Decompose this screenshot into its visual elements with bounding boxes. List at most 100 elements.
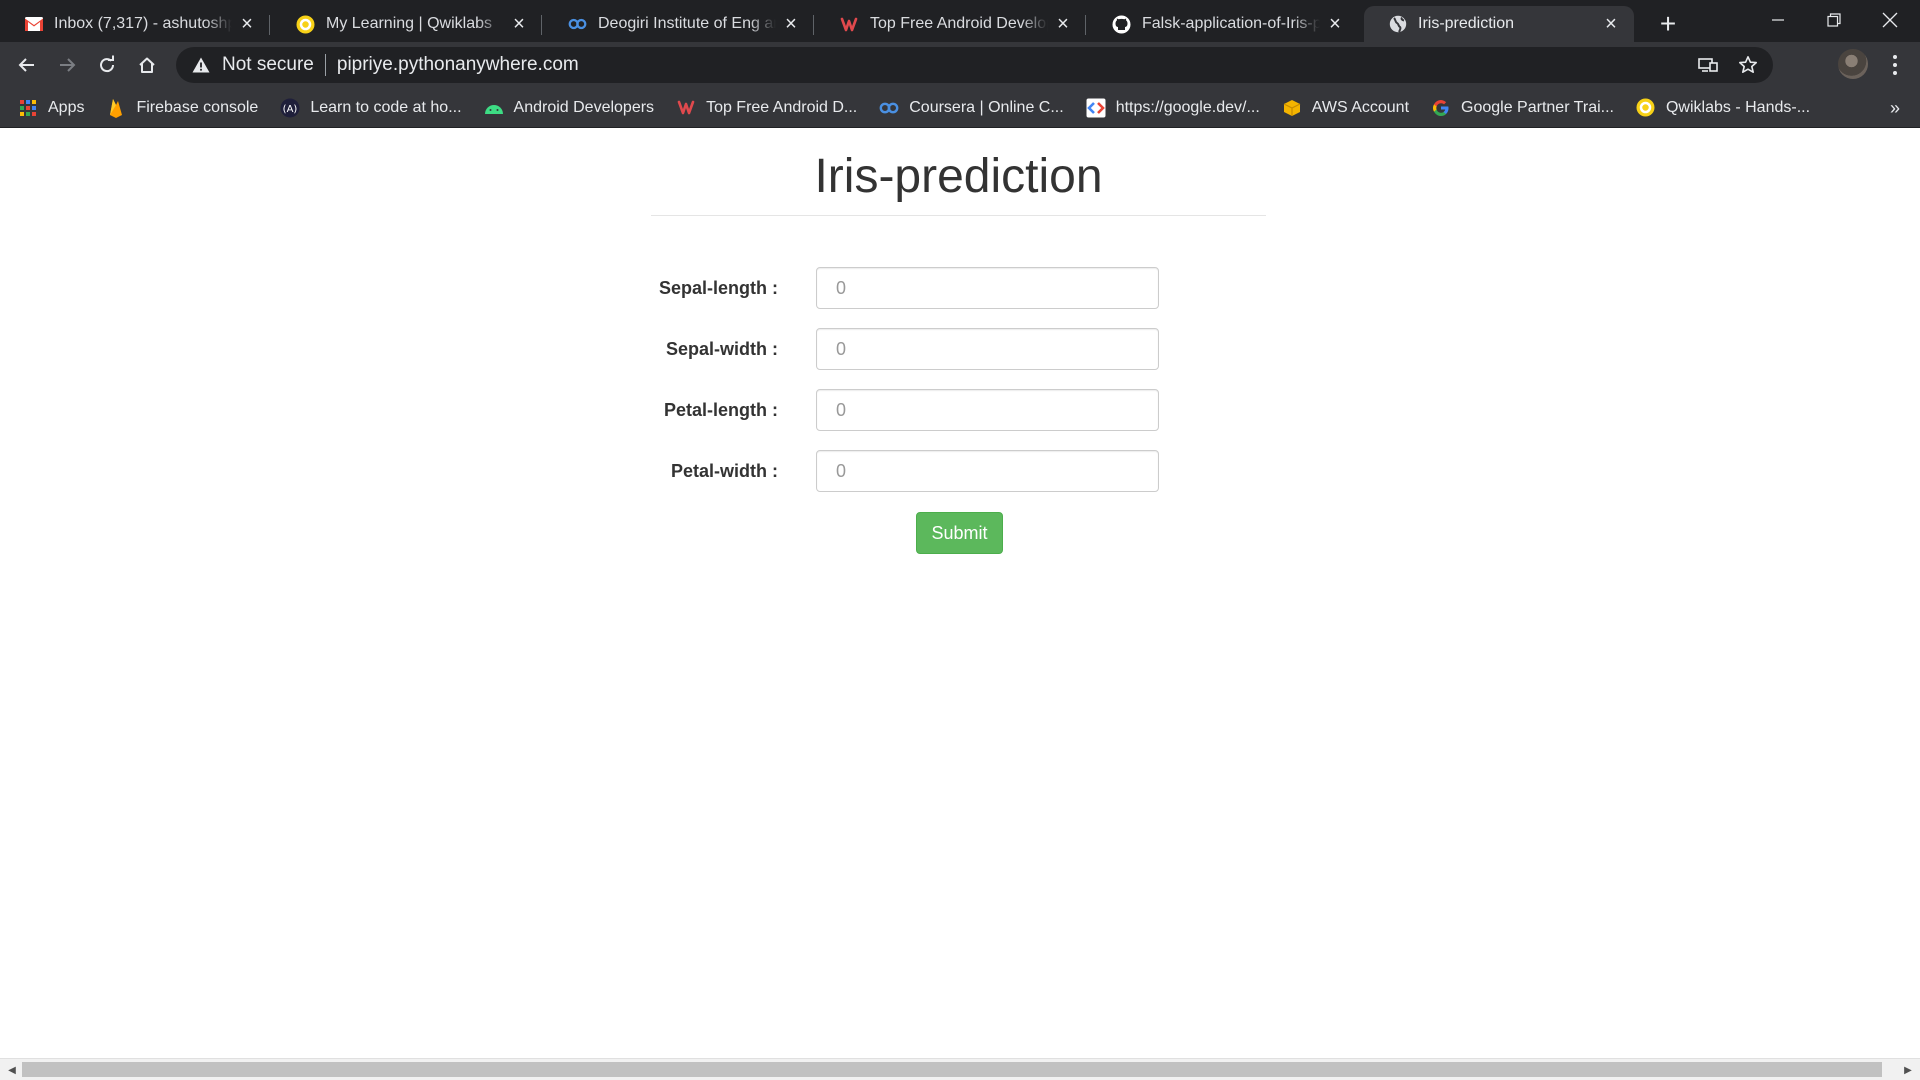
close-icon[interactable]: ×	[508, 13, 530, 35]
globe-icon	[1388, 15, 1407, 34]
page-title: Iris-prediction	[814, 150, 1103, 203]
tab-title: Falsk-application-of-Iris-prediction	[1142, 15, 1320, 32]
tab-title: Top Free Android Development	[870, 15, 1048, 32]
horizontal-scrollbar[interactable]: ◀ ▶	[0, 1058, 1920, 1080]
page-content: Iris-prediction Sepal-length : Sepal-wid…	[0, 129, 1920, 1058]
android-icon	[484, 98, 504, 118]
arrow-left-icon	[18, 58, 34, 72]
tab-title: My Learning | Qwiklabs	[326, 15, 492, 32]
bookmark-label: Android Developers	[513, 98, 655, 116]
bookmarks-bar: Apps Firebase console (A) Learn to code …	[0, 88, 1920, 128]
petal-width-label: Petal-width :	[671, 461, 778, 481]
submit-button[interactable]: Submit	[916, 512, 1003, 554]
tab-title: Iris-prediction	[1418, 15, 1515, 32]
tab-deogiri[interactable]: Deogiri Institute of Eng and Management …	[544, 6, 814, 42]
petal-length-label: Petal-length :	[663, 400, 778, 420]
bookmark-label: Firebase console	[136, 98, 259, 116]
tab-iris-prediction[interactable]: Iris-prediction ×	[1364, 6, 1634, 42]
close-icon[interactable]: ×	[236, 13, 258, 35]
new-tab-button[interactable]: +	[1652, 8, 1684, 40]
reload-button[interactable]	[90, 48, 124, 82]
bookmark-label: AWS Account	[1311, 98, 1410, 116]
title-divider	[651, 215, 1266, 216]
bookmarks-overflow-icon[interactable]: »	[1890, 98, 1900, 119]
warning-icon[interactable]	[190, 54, 212, 76]
bookmark-codecademy[interactable]: (A) Learn to code at ho...	[280, 98, 462, 118]
udemy-icon	[676, 98, 696, 118]
browser-toolbar: Not secure pipriye.pythonanywhere.com	[0, 42, 1920, 88]
bookmark-google-partner[interactable]: Google Partner Trai...	[1431, 98, 1614, 118]
sepal-length-input[interactable]	[816, 267, 1159, 309]
back-button[interactable]	[10, 48, 44, 82]
tab-separator	[1085, 15, 1086, 35]
form-row-sepal-width: Sepal-width :	[600, 328, 1160, 370]
home-button[interactable]	[130, 48, 164, 82]
cast-icon[interactable]	[1697, 54, 1719, 76]
form-row-petal-length: Petal-length :	[600, 389, 1160, 431]
address-bar[interactable]: Not secure pipriye.pythonanywhere.com	[176, 47, 1773, 83]
sepal-length-label: Sepal-length :	[658, 278, 778, 298]
bookmark-label: Google Partner Trai...	[1461, 98, 1614, 116]
aws-icon	[1282, 98, 1302, 118]
apps-grid-icon	[18, 98, 38, 118]
bookmark-coursera[interactable]: Coursera | Online C...	[879, 98, 1064, 118]
bookmark-label: Apps	[48, 98, 85, 116]
bookmark-qwiklabs[interactable]: Qwiklabs - Hands-...	[1636, 98, 1810, 118]
reload-icon	[100, 55, 115, 73]
form-row-sepal-length: Sepal-length :	[600, 267, 1160, 309]
tab-title: Deogiri Institute of Eng and Management	[598, 15, 776, 32]
svg-text:(A): (A)	[283, 104, 298, 115]
petal-length-input[interactable]	[816, 389, 1159, 431]
bookmark-label: Qwiklabs - Hands-...	[1665, 98, 1811, 116]
address-divider	[324, 54, 326, 76]
forward-button[interactable]	[50, 48, 84, 82]
bookmark-aws[interactable]: AWS Account	[1282, 98, 1409, 118]
bookmark-android-developers[interactable]: Android Developers	[484, 98, 655, 118]
petal-width-input[interactable]	[816, 450, 1159, 492]
url-text[interactable]: pipriye.pythonanywhere.com	[337, 54, 579, 76]
github-icon	[1112, 15, 1131, 34]
bookmark-label: Coursera | Online C...	[909, 98, 1064, 116]
tab-title: Inbox (7,317) - ashutoshpipriye	[54, 15, 232, 32]
bookmark-label: https://google.dev/...	[1115, 98, 1260, 116]
close-icon[interactable]: ×	[1600, 13, 1622, 35]
scroll-right-icon[interactable]: ▶	[1898, 1059, 1918, 1080]
close-icon[interactable]: ×	[1052, 13, 1074, 35]
tab-github[interactable]: Falsk-application-of-Iris-prediction ×	[1088, 6, 1358, 42]
star-icon[interactable]	[1737, 54, 1759, 76]
more-menu-icon[interactable]	[1880, 50, 1910, 80]
bookmark-apps[interactable]: Apps	[18, 98, 84, 118]
bookmark-firebase[interactable]: Firebase console	[106, 98, 258, 118]
tab-separator	[541, 15, 542, 35]
qwiklabs-icon	[1636, 98, 1656, 118]
profile-avatar[interactable]	[1838, 49, 1868, 79]
tab-gmail[interactable]: Inbox (7,317) - ashutoshpipriye ×	[0, 6, 270, 42]
bookmark-google-dev[interactable]: https://google.dev/...	[1086, 98, 1260, 118]
restore-button[interactable]	[1806, 0, 1862, 40]
tab-udemy[interactable]: Top Free Android Development ×	[816, 6, 1086, 42]
form-row-petal-width: Petal-width :	[600, 450, 1160, 492]
scrollbar-thumb[interactable]	[22, 1062, 1882, 1077]
close-icon[interactable]: ×	[1324, 13, 1346, 35]
sepal-width-input[interactable]	[816, 328, 1159, 370]
bookmark-udemy[interactable]: Top Free Android D...	[676, 98, 857, 118]
udemy-icon	[840, 15, 859, 34]
tab-qwiklabs[interactable]: My Learning | Qwiklabs ×	[272, 6, 542, 42]
close-icon[interactable]: ×	[780, 13, 802, 35]
browser-titlebar: Inbox (7,317) - ashutoshpipriye × My Lea…	[0, 0, 1920, 42]
minimize-button[interactable]	[1750, 0, 1806, 40]
coursera-icon	[879, 98, 899, 118]
gmail-icon	[24, 15, 43, 34]
bookmark-label: Top Free Android D...	[706, 98, 858, 116]
close-window-button[interactable]	[1862, 0, 1918, 40]
sepal-width-label: Sepal-width :	[666, 339, 778, 359]
google-dev-icon	[1086, 98, 1106, 118]
tab-separator	[813, 15, 814, 35]
codecademy-icon: (A)	[280, 98, 300, 118]
bookmark-label: Learn to code at ho...	[310, 98, 462, 116]
google-icon	[1431, 98, 1451, 118]
scroll-left-icon[interactable]: ◀	[2, 1059, 22, 1080]
security-status-label[interactable]: Not secure	[222, 54, 314, 76]
qwiklabs-icon	[296, 15, 315, 34]
coursera-icon	[568, 15, 587, 34]
